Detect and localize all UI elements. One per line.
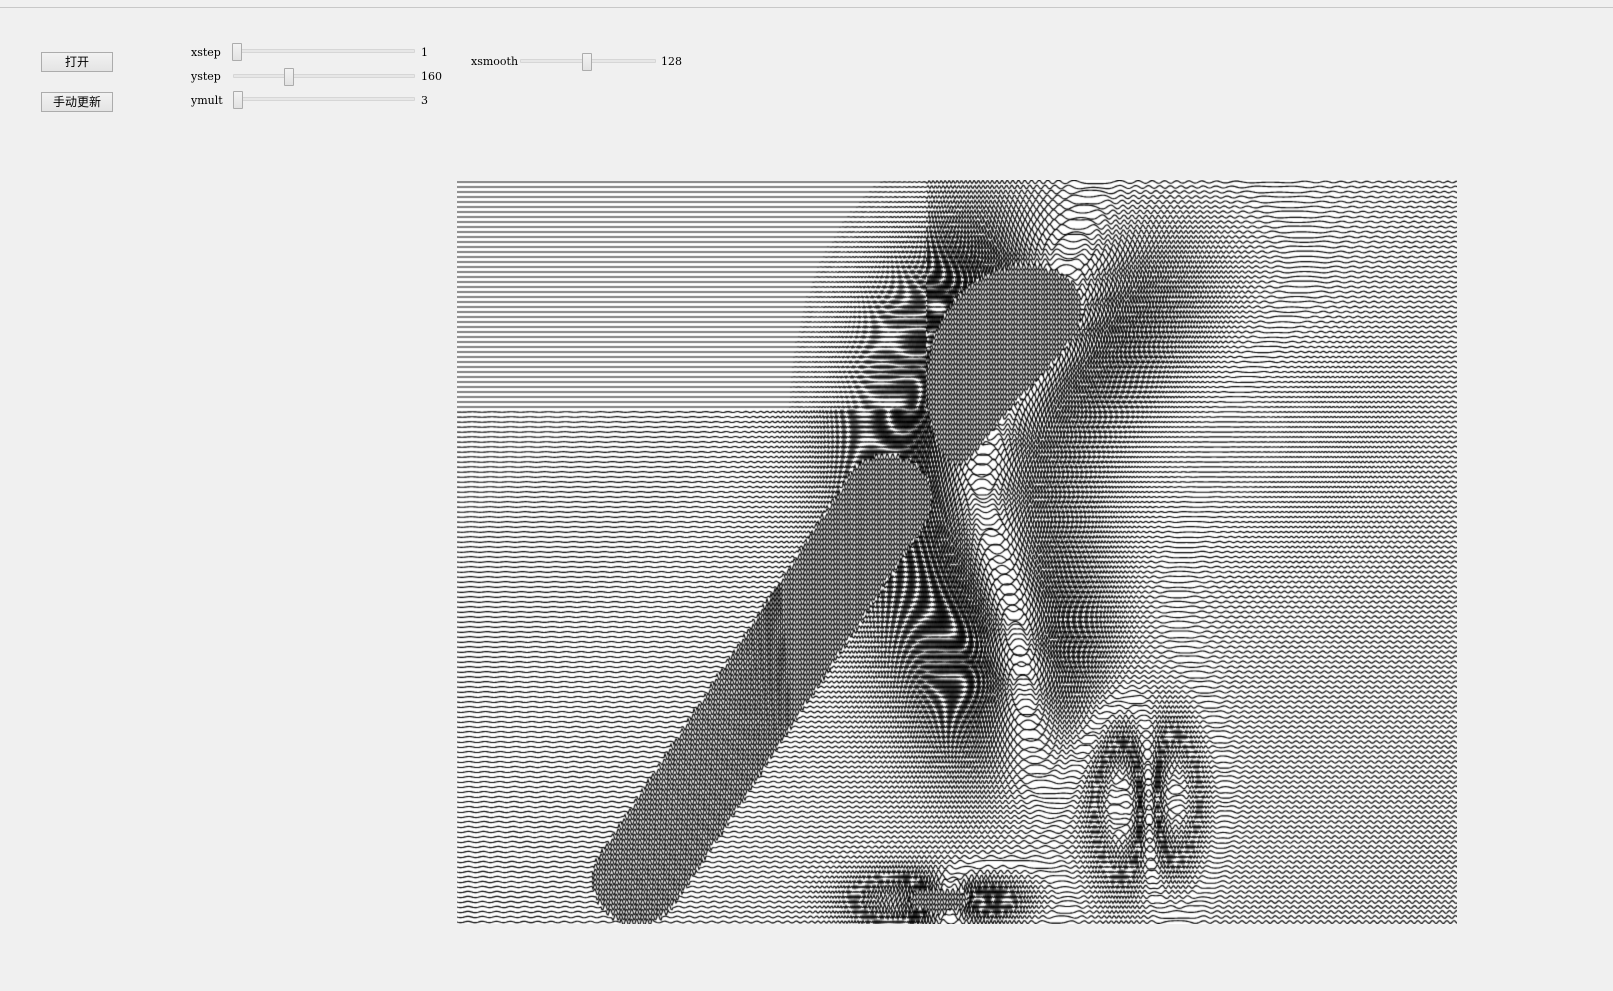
ystep-label: ystep [191, 70, 221, 83]
xstep-label: xstep [191, 46, 221, 59]
ystep-slider-track[interactable] [233, 74, 415, 78]
manual-update-button[interactable]: 手动更新 [41, 92, 113, 112]
window-top-rule [0, 0, 1613, 8]
wave-line-rendering [457, 180, 1457, 924]
ymult-value: 3 [421, 94, 428, 107]
ymult-slider-track[interactable] [233, 97, 415, 101]
ystep-slider-thumb[interactable] [284, 68, 294, 86]
xsmooth-label: xsmooth [471, 55, 519, 68]
ymult-slider-thumb[interactable] [233, 91, 243, 109]
xstep-slider-track[interactable] [233, 49, 415, 53]
open-button[interactable]: 打开 [41, 52, 113, 72]
xstep-value: 1 [421, 46, 428, 59]
ystep-value: 160 [421, 70, 442, 83]
xstep-slider-thumb[interactable] [232, 43, 242, 61]
xsmooth-value: 128 [661, 55, 682, 68]
ymult-label: ymult [191, 94, 223, 107]
xsmooth-slider-thumb[interactable] [582, 53, 592, 71]
line-art-image-panel [457, 180, 1457, 924]
